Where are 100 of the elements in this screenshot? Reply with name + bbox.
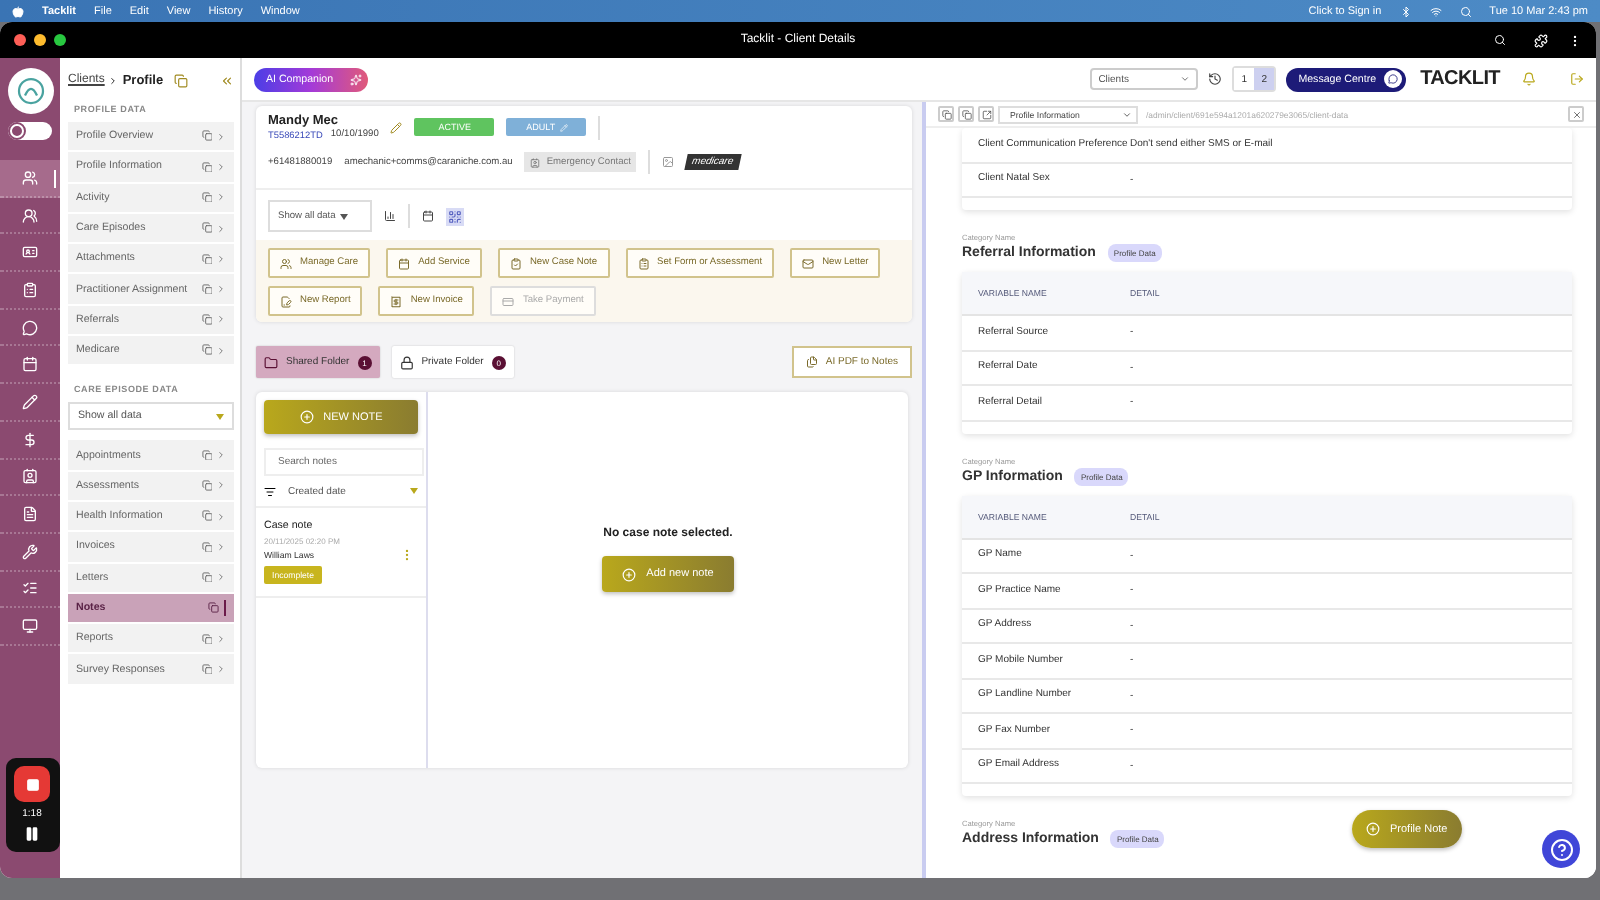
chevron-down-icon [1122,109,1132,119]
chevron-right-icon [216,192,226,203]
chevron-right-icon [216,253,226,264]
chevron-right-icon [216,314,226,325]
bell-icon[interactable] [1522,72,1536,86]
more-icon[interactable] [1568,33,1582,47]
calendar-icon[interactable] [422,210,434,222]
chevron-right-icon [216,480,226,491]
clipboard-check-icon [509,257,522,269]
wrench-icon [22,543,38,560]
copy-icon [201,571,212,583]
pencil-icon [559,123,568,131]
copy-icon [201,510,212,522]
copy-icon [201,633,212,645]
stop-icon [25,777,39,791]
help-icon [1549,837,1573,861]
copy-icon [201,480,212,492]
chevron-right-icon [216,284,226,295]
copy-icon [201,191,212,203]
search-icon[interactable] [1494,34,1506,46]
caret-icon [410,488,418,494]
sparkle-icon [349,73,362,85]
chevron-right-icon [216,345,226,356]
chevron-right-icon [216,161,226,172]
chart-icon[interactable] [384,210,396,222]
close-icon[interactable] [1568,106,1584,122]
monitor-icon [22,618,38,635]
folder-icon [264,355,278,369]
dollar-icon [22,431,38,448]
copy-icon [201,314,212,326]
pencil-icon [22,393,38,410]
chevron-right-icon [216,511,226,522]
plus-icon [1366,822,1380,836]
minimize-button[interactable] [34,34,46,46]
group-icon [22,207,38,224]
plus-icon [299,410,314,424]
people-icon [22,169,38,186]
id-card-icon [22,244,38,261]
letter-icon [802,257,815,269]
stop-button[interactable] [14,766,50,802]
copy-icon [201,449,212,461]
calendar-icon [398,257,411,269]
people-icon [280,257,292,269]
edit-icon[interactable] [390,121,403,133]
caret-icon [339,213,348,219]
panel-icon[interactable] [958,106,974,122]
copy-icon [201,161,212,173]
chevron-right-icon [216,541,226,552]
receipt-icon [390,295,403,307]
toggle-switch[interactable] [8,122,52,140]
copy-icon [201,541,212,553]
collapse-icon[interactable] [220,73,234,87]
copy-icon [201,130,212,142]
clipboard-icon [22,281,38,298]
maximize-button[interactable] [54,34,66,46]
pause-icon[interactable] [24,826,40,842]
close-button[interactable] [14,34,26,46]
copy-icon [201,222,212,234]
selected-indicator [223,600,226,616]
checklist-icon [22,580,38,597]
copy-icon [201,253,212,265]
chevron-right-icon [216,633,226,644]
chevron-right-icon [108,75,119,85]
lock-icon [399,355,414,369]
copy-icon [201,663,212,675]
chevron-down-icon [1180,74,1191,84]
chevron-right-icon [216,131,226,142]
panel-icon[interactable] [938,106,954,122]
wifi-icon[interactable] [1429,5,1442,17]
chat-icon [1384,70,1403,88]
sort-icon[interactable] [264,485,276,497]
apple-icon[interactable] [12,5,24,17]
logo-icon [7,68,53,114]
chevron-right-icon [216,572,226,583]
brand-logo: TACKLIT [1420,68,1500,90]
calendar-icon [22,356,38,373]
chat-icon [22,319,38,336]
contact-icon [530,157,541,167]
qr-code-icon[interactable] [446,207,464,225]
history-icon[interactable] [1208,72,1223,86]
caret-icon [216,413,224,420]
document-icon [22,506,38,523]
chevron-right-icon [216,450,226,461]
copy-icon [201,283,212,295]
chevron-right-icon [216,223,226,234]
logout-icon[interactable] [1570,72,1584,86]
open-external-icon[interactable] [978,106,994,122]
plus-icon [622,567,637,581]
bluetooth-icon[interactable] [1399,5,1412,17]
files-icon [805,356,818,368]
nav-button[interactable] [0,160,60,198]
copy-icon [201,344,212,356]
copy-icon [208,602,219,614]
contact-icon [22,468,38,485]
clipboard-icon [637,257,650,269]
document-icon [280,295,292,307]
help-button[interactable] [1542,830,1580,868]
copy-icon[interactable] [173,73,188,87]
chevron-right-icon [216,664,226,675]
puzzle-icon[interactable] [1534,33,1548,47]
